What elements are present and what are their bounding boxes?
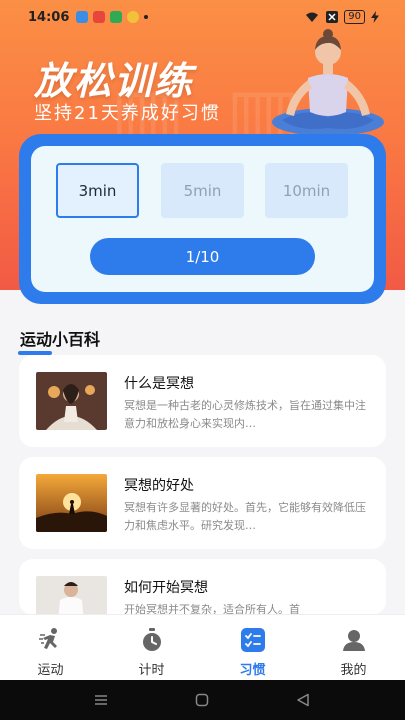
article-thumbnail <box>36 576 107 615</box>
article-title: 如何开始冥想 <box>124 580 208 596</box>
progress-button[interactable]: 1/10 <box>90 238 315 275</box>
tab-label: 计时 <box>138 663 165 678</box>
checklist-icon <box>241 628 265 652</box>
home-icon[interactable] <box>195 693 209 707</box>
system-nav-bar <box>0 680 405 720</box>
timer-card-inner: 3min 5min 10min 1/10 <box>31 146 374 292</box>
timer-card: 3min 5min 10min 1/10 <box>19 134 386 304</box>
dot-icon <box>144 15 148 19</box>
article-card[interactable]: 什么是冥想 冥想是一种古老的心灵修炼技术，旨在通过集中注意力和放松身心来实现内… <box>19 355 386 447</box>
menu-icon[interactable] <box>94 693 108 707</box>
article-title: 冥想的好处 <box>124 478 194 494</box>
status-right: 90 <box>304 10 379 24</box>
tab-label: 我的 <box>340 663 367 678</box>
charging-icon <box>371 11 379 23</box>
wifi-icon <box>306 12 319 22</box>
tab-bar: 运动 计时 习惯 我的 <box>0 614 405 680</box>
status-time: 14:06 <box>28 10 70 25</box>
duration-option-5min[interactable]: 5min <box>161 163 244 218</box>
meditation-figure-icon <box>272 29 384 136</box>
shield-icon <box>110 11 122 23</box>
no-sim-icon <box>326 11 339 23</box>
section-title-text: 运动小百科 <box>20 330 101 349</box>
video-icon <box>93 11 105 23</box>
article-thumbnail <box>36 372 107 430</box>
article-card[interactable]: 如何开始冥想 开始冥想并不复杂，适合所有人。首 <box>19 559 386 615</box>
article-title: 什么是冥想 <box>124 376 194 392</box>
weibo-icon <box>127 11 139 23</box>
tab-habit[interactable]: 习惯 <box>202 615 303 681</box>
hero-subtitle: 坚持21天养成好习惯 <box>34 103 221 124</box>
tab-sport[interactable]: 运动 <box>0 615 101 681</box>
article-thumbnail <box>36 474 107 532</box>
running-icon <box>39 628 57 649</box>
article-card[interactable]: 冥想的好处 冥想有许多显著的好处。首先，它能够有效降低压力和焦虑水平。研究发现… <box>19 457 386 549</box>
tab-timer[interactable]: 计时 <box>101 615 202 681</box>
browser-icon <box>76 11 88 23</box>
section-title: 运动小百科 <box>18 326 101 355</box>
article-desc: 冥想有许多显著的好处。首先，它能够有效降低压力和焦虑水平。研究发现… <box>124 501 366 532</box>
battery-icon: 90 <box>344 10 365 24</box>
stopwatch-icon <box>143 628 161 651</box>
article-desc: 冥想是一种古老的心灵修炼技术，旨在通过集中注意力和放松身心来实现内… <box>124 399 366 430</box>
back-icon[interactable] <box>296 693 310 707</box>
duration-option-10min[interactable]: 10min <box>265 163 348 218</box>
profile-icon <box>343 630 365 651</box>
notification-icons <box>76 11 148 23</box>
duration-option-3min[interactable]: 3min <box>56 163 139 218</box>
article-desc: 开始冥想并不复杂，适合所有人。首 <box>124 603 300 615</box>
hero-title: 放松训练 <box>34 59 195 103</box>
tab-label: 运动 <box>37 663 64 678</box>
tab-label: 习惯 <box>239 663 266 678</box>
tab-profile[interactable]: 我的 <box>303 615 404 681</box>
